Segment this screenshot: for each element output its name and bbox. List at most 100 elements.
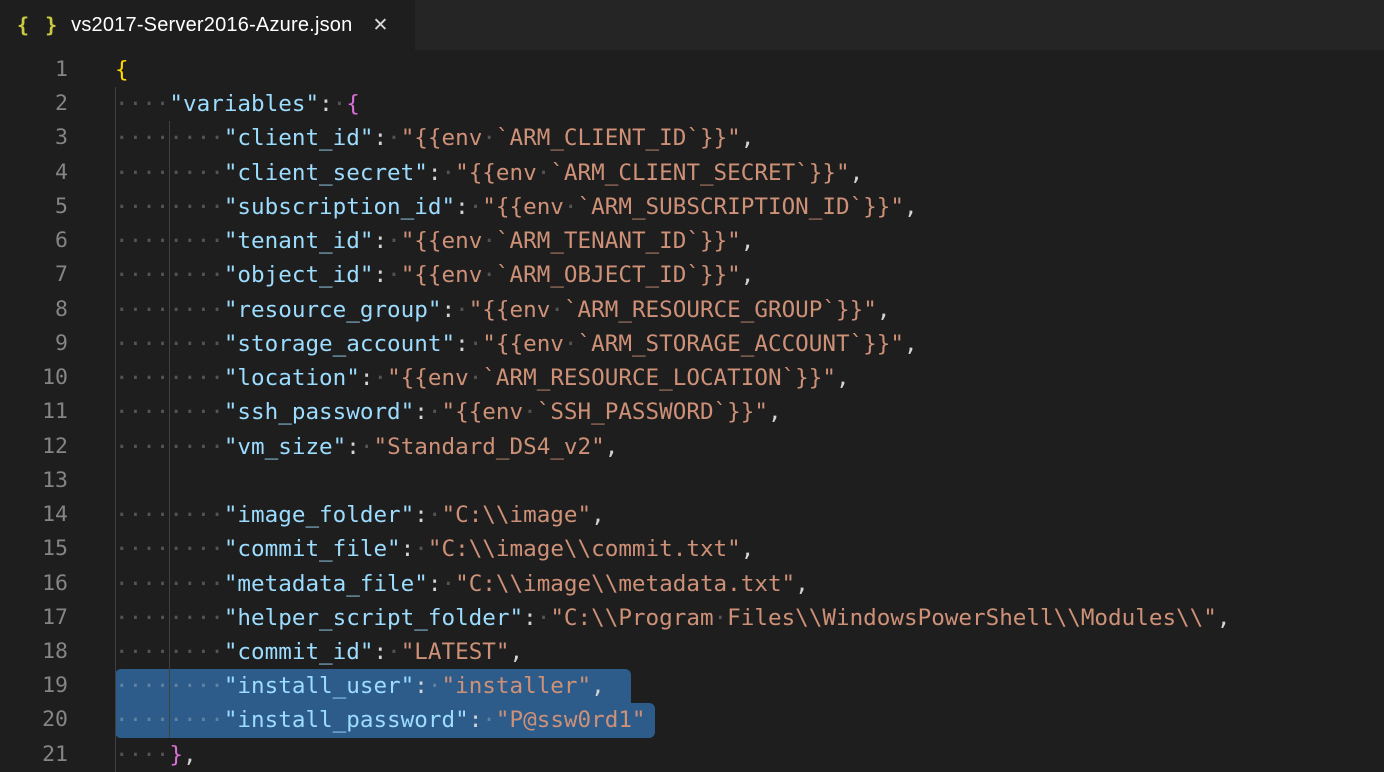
token-str: `ARM_RESOURCE_GROUP`}}" (564, 297, 877, 323)
code-line[interactable]: 15········"commit_file":·"C:\\image\\com… (0, 532, 1384, 566)
token-pun: : (523, 605, 537, 631)
whitespace-dots: ···· (115, 91, 169, 117)
line-number[interactable]: 13 (0, 464, 68, 498)
code-line-content: ········"vm_size":·"Standard_DS4_v2", (115, 430, 618, 464)
whitespace-dots: · (523, 399, 537, 425)
token-pun: : (428, 571, 442, 597)
token-str: "LATEST" (401, 639, 510, 665)
whitespace-dots: · (428, 673, 442, 699)
text-selection: ········"install_user":·"installer", (115, 669, 631, 703)
line-number[interactable]: 14 (0, 498, 68, 532)
tab-bar: { } vs2017-Server2016-Azure.json ✕ (0, 0, 1384, 50)
code-line[interactable]: 16 ········"metadata_file":·"C:\\image\\m… (0, 567, 1384, 601)
line-number[interactable]: 12 (0, 430, 68, 464)
line-number[interactable]: 15 (0, 532, 68, 566)
code-line-content: ········"object_id":·"{{env·`ARM_OBJECT_… (115, 258, 754, 292)
token-str: "{{env (387, 365, 469, 391)
line-number[interactable]: 5 (0, 190, 68, 224)
code-line[interactable]: 7 ········"object_id":·"{{env·`ARM_OBJECT… (0, 258, 1384, 292)
line-number[interactable]: 1 (0, 53, 68, 87)
whitespace-dots: · (387, 125, 401, 151)
code-line[interactable]: 5········"subscription_id":·"{{env·`ARM_… (0, 190, 1384, 224)
token-pun: : (346, 434, 360, 460)
line-number[interactable]: 21 (0, 738, 68, 772)
token-str: "C:\\image\\commit.txt" (428, 536, 741, 562)
code-line[interactable]: 6········"tenant_id":·"{{env·`ARM_TENANT… (0, 224, 1384, 258)
token-str: Files\\WindowsPowerShell\\Modules\\" (727, 605, 1217, 631)
whitespace-dots: · (714, 605, 728, 631)
whitespace-dots: ···· (115, 742, 169, 768)
code-line[interactable]: 9········"storage_account":·"{{env·`ARM_… (0, 327, 1384, 361)
whitespace-dots: · (428, 399, 442, 425)
token-key: "client_id" (224, 125, 374, 151)
line-number[interactable]: 18 (0, 635, 68, 669)
code-line-content: ········"ssh_password":·"{{env·`SSH_PASS… (115, 395, 782, 429)
line-number[interactable]: 3 (0, 121, 68, 155)
line-number[interactable]: 9 (0, 327, 68, 361)
code-line[interactable]: 8········"resource_group":·"{{env·`ARM_R… (0, 293, 1384, 327)
token-pun: , (741, 228, 755, 254)
code-line-content: ····"variables":·{ (115, 87, 360, 121)
code-line[interactable]: 13 (0, 464, 1384, 498)
line-number[interactable]: 10 (0, 361, 68, 395)
token-key: "subscription_id" (224, 194, 455, 220)
indent-guide-level1 (115, 87, 116, 772)
token-str: `ARM_OBJECT_ID`}}" (496, 262, 741, 288)
token-pun: , (741, 262, 755, 288)
token-pun: : (414, 502, 428, 528)
token-str: "{{env (401, 125, 483, 151)
code-line-content: ········"location":·"{{env·`ARM_RESOURCE… (115, 361, 850, 395)
token-pun: , (836, 365, 850, 391)
code-line[interactable]: 3········"client_id":·"{{env·`ARM_CLIENT… (0, 121, 1384, 155)
code-line[interactable]: 12 ········"vm_size":·"Standard_DS4_v2", (0, 430, 1384, 464)
whitespace-dots: · (333, 91, 347, 117)
line-number[interactable]: 20 (0, 703, 68, 737)
token-key: "client_secret" (224, 160, 428, 186)
whitespace-dots: · (482, 707, 496, 733)
line-number[interactable]: 6 (0, 224, 68, 258)
code-editor[interactable]: 1{2····"variables":·{3········"client_id… (0, 50, 1384, 772)
code-line-content: ········"client_secret":·"{{env·`ARM_CLI… (115, 156, 863, 190)
whitespace-dots: · (455, 297, 469, 323)
token-str: "C:\\Program (550, 605, 713, 631)
code-line[interactable]: 2 ····"variables":·{ (0, 87, 1384, 121)
whitespace-dots: · (387, 228, 401, 254)
code-line-content: ········"metadata_file":·"C:\\image\\met… (115, 567, 809, 601)
tab-active-file[interactable]: { } vs2017-Server2016-Azure.json ✕ (0, 0, 415, 50)
line-number[interactable]: 7 (0, 258, 68, 292)
code-line[interactable]: 18········"commit_id":·"LATEST", (0, 635, 1384, 669)
code-line[interactable]: 10 ········"location":·"{{env·`ARM_RESOUR… (0, 361, 1384, 395)
token-str: "{{env (455, 160, 537, 186)
line-number[interactable]: 16 (0, 567, 68, 601)
line-number[interactable]: 17 (0, 601, 68, 635)
whitespace-dots: · (441, 160, 455, 186)
token-pun: : (469, 707, 483, 733)
token-key: "commit_file" (224, 536, 401, 562)
code-line[interactable]: 19 ········"install_user":·"installer", (0, 669, 1384, 703)
whitespace-dots: · (482, 125, 496, 151)
token-pun: : (360, 365, 374, 391)
line-number[interactable]: 8 (0, 293, 68, 327)
whitespace-dots: · (360, 434, 374, 460)
tab-close-icon[interactable]: ✕ (372, 16, 388, 35)
line-number[interactable]: 4 (0, 156, 68, 190)
token-key: "install_password" (224, 707, 469, 733)
token-pun: : (441, 297, 455, 323)
whitespace-dots: · (469, 194, 483, 220)
code-line[interactable]: 20········"install_password":·"P@ssw0rd1… (0, 703, 1384, 737)
token-pun: , (904, 331, 918, 357)
token-key: "object_id" (224, 262, 374, 288)
code-line[interactable]: 4········"client_secret":·"{{env·`ARM_CL… (0, 156, 1384, 190)
line-number[interactable]: 2 (0, 87, 68, 121)
code-line[interactable]: 17········"helper_script_folder":·"C:\\P… (0, 601, 1384, 635)
line-number[interactable]: 19 (0, 669, 68, 703)
token-pun: : (373, 125, 387, 151)
code-line[interactable]: 21····}, (0, 738, 1384, 772)
code-line[interactable]: 14········"image_folder":·"C:\\image", (0, 498, 1384, 532)
code-line[interactable]: 11········"ssh_password":·"{{env·`SSH_PA… (0, 395, 1384, 429)
token-str: "{{env (401, 228, 483, 254)
line-number[interactable]: 11 (0, 395, 68, 429)
token-pun: : (401, 536, 415, 562)
json-file-icon: { } (17, 13, 59, 37)
code-line[interactable]: 1{ (0, 53, 1384, 87)
